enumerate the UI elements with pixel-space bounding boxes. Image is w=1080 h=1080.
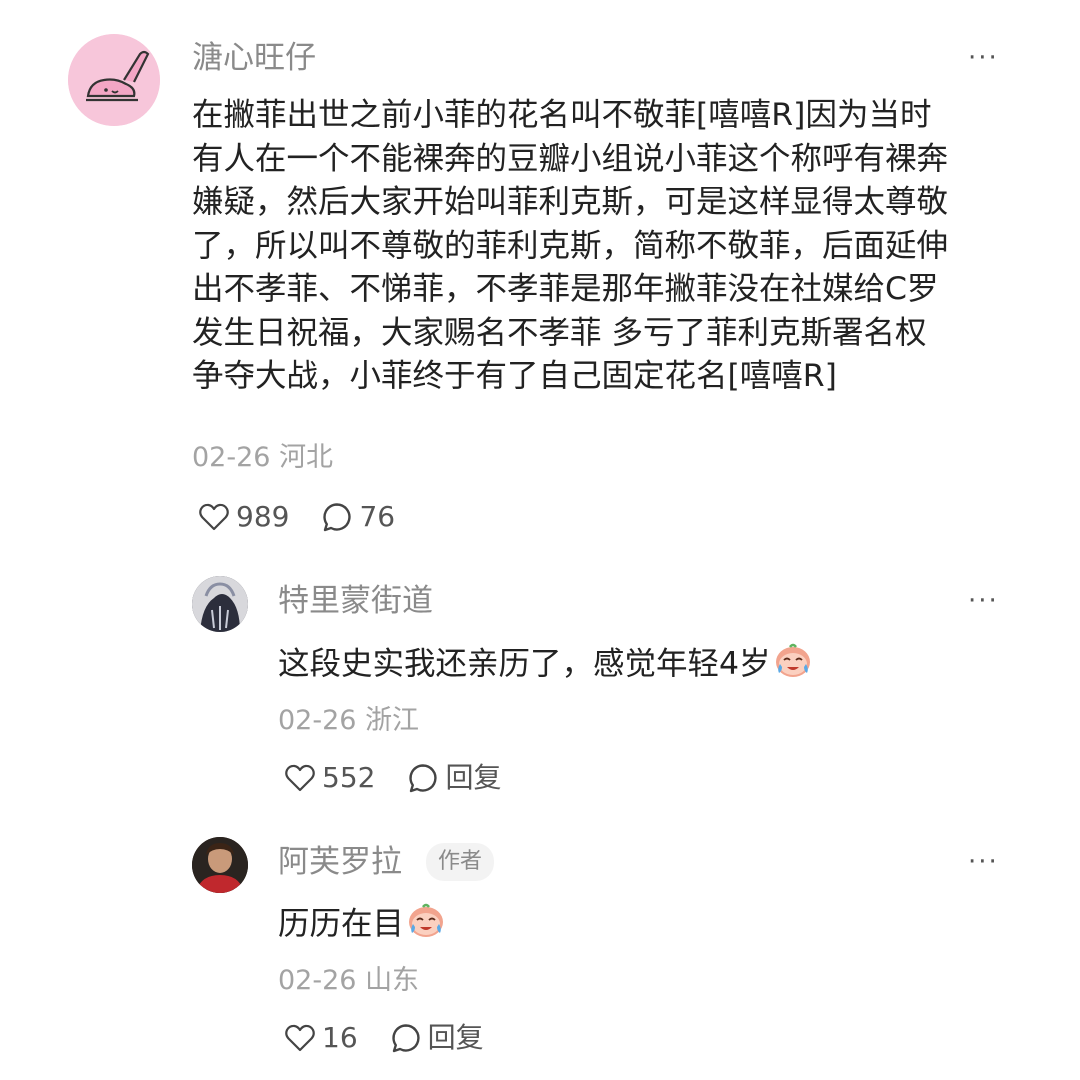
crying-laughing-emoji-icon bbox=[775, 643, 810, 677]
comment-location: 河北 bbox=[279, 442, 334, 473]
reply-actions: 16 回复 bbox=[284, 1021, 484, 1055]
reply-label: 回复 bbox=[427, 1021, 484, 1054]
more-button[interactable]: ··· bbox=[968, 43, 999, 73]
avatar[interactable] bbox=[192, 576, 248, 632]
more-button[interactable]: ··· bbox=[968, 586, 999, 616]
reply-actions: 552 回复 bbox=[284, 761, 501, 795]
avatar[interactable] bbox=[192, 837, 248, 893]
reply-count: 76 bbox=[359, 500, 396, 533]
reply-button[interactable]: 回复 bbox=[390, 1021, 484, 1055]
content-line: 发生日祝福，大家赐名不孝菲 多亏了菲利克斯署名权 bbox=[192, 314, 927, 351]
comment-content: 在撇菲出世之前小菲的花名叫不敬菲[嘻嘻R]因为当时 有人在一个不能裸奔的豆瓣小组… bbox=[192, 94, 948, 399]
comment-date: 02-26 bbox=[192, 442, 271, 473]
reply-username[interactable]: 特里蒙街道 bbox=[278, 581, 433, 621]
reply-username[interactable]: 阿芙罗拉 bbox=[278, 842, 402, 882]
comment-meta: 02-26 河北 bbox=[192, 441, 333, 475]
avatar-image-icon bbox=[192, 837, 248, 893]
reply-date: 02-26 bbox=[278, 965, 357, 996]
speech-bubble-icon bbox=[323, 503, 352, 532]
reply-content: 历历在目 bbox=[278, 900, 446, 947]
reply-content: 这段史实我还亲历了，感觉年轻4岁 bbox=[278, 640, 813, 687]
heart-outline-icon bbox=[285, 764, 315, 792]
reply-button[interactable]: 回复 bbox=[407, 761, 501, 795]
content-line: 在撇菲出世之前小菲的花名叫不敬菲[嘻嘻R]因为当时 bbox=[192, 97, 932, 133]
like-count: 16 bbox=[322, 1021, 358, 1054]
like-button[interactable]: 552 bbox=[284, 761, 375, 795]
author-badge: 作者 bbox=[426, 843, 495, 881]
like-button[interactable]: 989 bbox=[198, 500, 289, 534]
content-line: 争夺大战，小菲终于有了自己固定花名[嘻嘻R] bbox=[192, 358, 837, 394]
content-line: 有人在一个不能裸奔的豆瓣小组说小菲这个称呼有裸奔 bbox=[192, 140, 949, 177]
avatar-image-icon bbox=[192, 576, 248, 632]
reply-text: 这段史实我还亲历了，感觉年轻4岁 bbox=[278, 646, 771, 682]
like-button[interactable]: 16 bbox=[284, 1021, 358, 1055]
heart-outline-icon bbox=[285, 1024, 315, 1052]
reply-date: 02-26 bbox=[278, 705, 357, 736]
content-line: 出不孝菲、不悌菲，不孝菲是那年撇菲没在社媒给C罗 bbox=[192, 271, 939, 307]
crying-laughing-emoji-icon bbox=[409, 903, 444, 937]
heart-outline-icon bbox=[199, 503, 229, 531]
content-line: 嫌疑，然后大家开始叫菲利克斯，可是这样显得太尊敬 bbox=[192, 184, 949, 220]
avatar[interactable] bbox=[68, 34, 160, 126]
comment-thread: 溏心旺仔 ··· 在撇菲出世之前小菲的花名叫不敬菲[嘻嘻R]因为当时 有人在一个… bbox=[0, 0, 1080, 1080]
speech-bubble-icon bbox=[409, 764, 438, 793]
reply-meta: 02-26 山东 bbox=[278, 964, 419, 998]
content-line: 了，所以叫不尊敬的菲利克斯，简称不敬菲，后面延伸 bbox=[192, 227, 949, 264]
comment-button[interactable]: 76 bbox=[321, 500, 395, 534]
avatar-drawing-icon bbox=[68, 34, 160, 126]
like-count: 552 bbox=[322, 761, 376, 794]
comment-username[interactable]: 溏心旺仔 bbox=[192, 38, 316, 78]
reply-label: 回复 bbox=[445, 761, 502, 794]
speech-bubble-icon bbox=[391, 1024, 420, 1053]
reply-location: 浙江 bbox=[365, 705, 420, 736]
reply-location: 山东 bbox=[365, 965, 420, 996]
reply-text: 历历在目 bbox=[278, 906, 405, 942]
more-button[interactable]: ··· bbox=[968, 847, 999, 877]
like-count: 989 bbox=[236, 500, 290, 533]
comment-actions: 989 76 bbox=[198, 500, 395, 534]
reply-meta: 02-26 浙江 bbox=[278, 704, 419, 738]
